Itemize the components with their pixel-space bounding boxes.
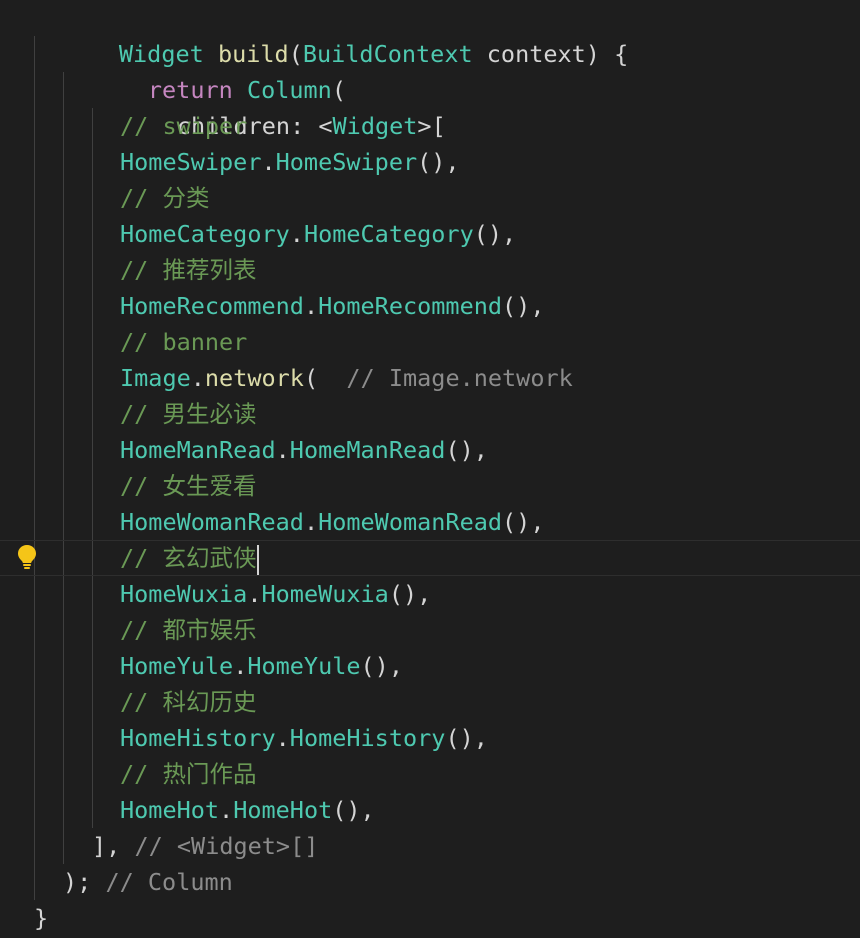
code-token: HomeSwiper — [120, 148, 262, 176]
code-token: } — [34, 904, 49, 932]
code-token: (), — [332, 796, 375, 824]
code-token: HomeWuxia — [261, 580, 389, 608]
code-line[interactable]: HomeWomanRead.HomeWomanRead(), — [0, 504, 860, 540]
code-token: ( — [303, 364, 319, 392]
code-token: HomeWuxia — [120, 580, 248, 608]
code-line[interactable]: HomeYule.HomeYule(), — [0, 648, 860, 684]
code-comment: // 女生爱看 — [120, 472, 257, 500]
code-token: HomeRecommend — [120, 292, 304, 320]
code-token: . — [303, 292, 319, 320]
code-token: (), — [502, 292, 545, 320]
code-token: HomeHistory — [120, 724, 276, 752]
code-token: HomeCategory — [303, 220, 474, 248]
code-token: . — [247, 580, 262, 608]
code-token: (), — [502, 508, 545, 536]
code-comment: // 玄幻武侠 — [120, 544, 257, 572]
code-token: . — [275, 724, 290, 752]
code-token: HomeHot — [120, 796, 220, 824]
text-cursor — [257, 544, 260, 575]
code-comment: // 热门作品 — [120, 760, 257, 788]
code-token: (), — [445, 724, 488, 752]
code-token: HomeManRead — [120, 436, 276, 464]
code-token: (), — [473, 220, 517, 248]
code-token: HomeCategory — [120, 220, 290, 248]
code-token: . — [289, 220, 304, 248]
code-line[interactable]: // banner — [0, 324, 860, 360]
code-comment: // 科幻历史 — [120, 688, 257, 716]
code-token: . — [219, 796, 234, 824]
code-token: HomeYule — [247, 652, 361, 680]
code-line[interactable]: HomeCategory.HomeCategory(), — [0, 216, 860, 252]
code-line[interactable]: // 男生必读 — [0, 396, 860, 432]
code-line[interactable]: // 分类 — [0, 180, 860, 216]
code-line[interactable]: HomeRecommend.HomeRecommend(), — [0, 288, 860, 324]
code-line[interactable]: HomeManRead.HomeManRead(), — [0, 432, 860, 468]
code-token: HomeManRead — [289, 436, 446, 464]
code-editor[interactable]: Widget build(BuildContext context) { ret… — [0, 0, 860, 938]
current-code-line[interactable]: // 玄幻武侠 — [0, 540, 860, 576]
code-token: Image — [120, 364, 191, 392]
code-token: HomeRecommend — [318, 292, 503, 320]
code-comment: // 都市娱乐 — [120, 616, 257, 644]
code-line[interactable]: // 都市娱乐 — [0, 612, 860, 648]
code-line[interactable]: HomeSwiper.HomeSwiper(), — [0, 144, 860, 180]
code-token: ], — [92, 832, 121, 860]
code-token: network — [204, 364, 304, 392]
code-line[interactable]: Image.network( // Image.network — [0, 360, 860, 396]
code-token: HomeHot — [233, 796, 333, 824]
code-comment: // 分类 — [120, 184, 210, 212]
code-token: . — [275, 436, 290, 464]
code-line[interactable]: // swiper — [0, 108, 860, 144]
closing-label-hint: // Column — [105, 868, 233, 896]
lightbulb-icon[interactable] — [16, 544, 38, 570]
code-comment: // 推荐列表 — [120, 256, 257, 284]
code-line[interactable]: // 热门作品 — [0, 756, 860, 792]
code-token: HomeWomanRead — [120, 508, 304, 536]
code-token: HomeWomanRead — [318, 508, 503, 536]
code-line[interactable]: return Column( — [0, 36, 860, 104]
code-line[interactable]: ); // Column — [0, 864, 860, 900]
code-line[interactable]: children: <Widget>[ — [0, 72, 860, 140]
code-comment: // 男生必读 — [120, 400, 257, 428]
code-line[interactable]: } — [0, 900, 860, 936]
code-line[interactable]: Widget build(BuildContext context) { — [0, 0, 860, 68]
code-line[interactable]: // 推荐列表 — [0, 252, 860, 288]
code-line[interactable]: // 科幻历史 — [0, 684, 860, 720]
code-token: . — [190, 364, 205, 392]
closing-label-hint: // <Widget>[] — [134, 832, 319, 860]
code-comment: // banner — [120, 328, 248, 356]
code-token: (), — [388, 580, 432, 608]
code-token: HomeSwiper — [275, 148, 418, 176]
code-token: ); — [63, 868, 92, 896]
code-token: (), — [360, 652, 403, 680]
code-token: . — [233, 652, 248, 680]
closing-label-hint: // Image.network — [346, 364, 573, 392]
code-token: HomeHistory — [289, 724, 446, 752]
code-token: (), — [417, 148, 460, 176]
code-line[interactable]: HomeWuxia.HomeWuxia(), — [0, 576, 860, 612]
code-token: . — [261, 148, 276, 176]
code-line[interactable]: HomeHot.HomeHot(), — [0, 792, 860, 828]
code-token: . — [303, 508, 319, 536]
code-line[interactable]: // 女生爱看 — [0, 468, 860, 504]
code-line[interactable]: ], // <Widget>[] — [0, 828, 860, 864]
code-line[interactable]: HomeHistory.HomeHistory(), — [0, 720, 860, 756]
code-token: (), — [445, 436, 488, 464]
code-token: HomeYule — [120, 652, 234, 680]
code-comment: // swiper — [120, 112, 248, 140]
